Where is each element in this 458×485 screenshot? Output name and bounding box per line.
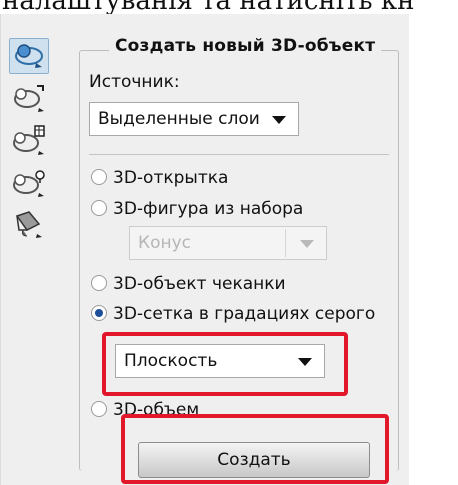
group-title: Создать новый 3D-объект — [109, 36, 382, 56]
3d-light-tool-icon — [13, 170, 45, 197]
select-separator — [285, 229, 286, 257]
option-extrusion-label: 3D-объект чеканки — [113, 274, 286, 294]
option-grayscale-mesh-label: 3D-сетка в градациях серого — [113, 304, 376, 324]
option-preset-shape-label: 3D-фигура из набора — [113, 199, 304, 219]
3d-mesh-tool[interactable] — [9, 122, 49, 158]
chevron-down-icon — [300, 240, 314, 248]
3d-rotate-tool[interactable] — [9, 80, 49, 116]
3d-toolbar — [9, 38, 53, 278]
radio-extrusion[interactable] — [91, 275, 107, 291]
chevron-down-icon — [272, 116, 286, 124]
3d-object-tool-icon — [15, 44, 43, 68]
mesh-shape-select[interactable]: Плоскость — [115, 344, 325, 378]
3d-mesh-tool-icon — [13, 125, 45, 155]
create-button[interactable]: Создать — [138, 442, 370, 478]
preset-shape-select-value: Конус — [138, 233, 191, 253]
3d-object-tool[interactable] — [9, 38, 49, 74]
3d-material-tool-icon — [15, 211, 42, 238]
source-select-value: Выделенные слои — [98, 109, 260, 129]
radio-grayscale-mesh[interactable] — [91, 305, 107, 321]
background-caption: налаштуванія та натисніть кн — [0, 0, 458, 14]
3d-material-tool[interactable] — [9, 206, 49, 242]
preset-shape-select: Конус — [129, 226, 327, 260]
source-label: Источник: — [89, 72, 180, 92]
chevron-down-icon — [298, 358, 312, 366]
3d-light-tool[interactable] — [9, 164, 49, 200]
3d-rotate-tool-icon — [14, 85, 44, 112]
radio-preset-shape[interactable] — [91, 200, 107, 216]
source-select[interactable]: Выделенные слои — [89, 102, 299, 136]
mesh-shape-select-value: Плоскость — [124, 351, 218, 371]
option-postcard-label: 3D-открытка — [113, 168, 229, 188]
radio-postcard[interactable] — [91, 169, 107, 185]
divider — [89, 154, 389, 155]
radio-volume[interactable] — [91, 401, 107, 417]
3d-panel: Создать новый 3D-объект Источник: Выделе… — [0, 14, 409, 485]
